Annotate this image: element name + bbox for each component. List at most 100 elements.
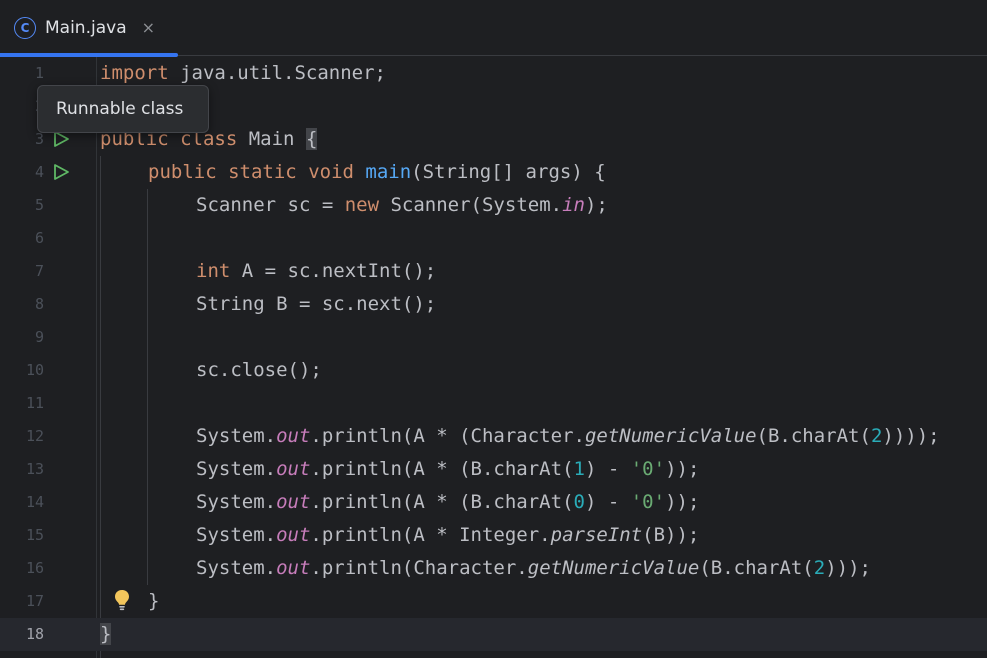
code-line[interactable]: 11 [0, 387, 987, 420]
code-token: sc.close(); [196, 359, 322, 381]
code-line-current[interactable]: 18 } [0, 618, 987, 651]
code-token: (B.charAt( [756, 425, 871, 447]
code-text: String B = sc.next(); [196, 288, 436, 321]
code-text: int A = sc.nextInt(); [196, 255, 436, 288]
code-line[interactable]: 8 String B = sc.next(); [0, 288, 987, 321]
line-number: 18 [25, 625, 44, 643]
line-number: 4 [34, 163, 44, 181]
editor-tab-bar: C Main.java × [0, 0, 987, 57]
code-editor[interactable]: 1 import java.util.Scanner; 2 3 public c… [0, 57, 987, 658]
code-token: .println(A * (Character. [310, 425, 585, 447]
close-icon[interactable]: × [142, 20, 155, 36]
code-token: )); [665, 458, 700, 480]
keyword: public [148, 161, 217, 183]
line-number: 15 [25, 526, 44, 544]
static-method: getNumericValue [527, 557, 700, 579]
line-number: 13 [25, 460, 44, 478]
code-text: System.out.println(A * (B.charAt(0) - '0… [196, 486, 699, 519]
code-token: System. [196, 557, 277, 579]
code-line[interactable]: 16 System.out.println(Character.getNumer… [0, 552, 987, 585]
code-token: ))); [825, 557, 871, 579]
ide-window: C Main.java × 1 import java.util.Scanner… [0, 0, 987, 658]
line-number: 7 [34, 262, 44, 280]
static-field: in [562, 194, 585, 216]
code-text: System.out.println(Character.getNumericV… [196, 552, 871, 585]
code-token: String B = sc.next(); [196, 293, 437, 315]
code-token: Scanner(System. [379, 194, 563, 216]
tab-label: Main.java [45, 18, 127, 38]
code-line[interactable]: 17 } [0, 585, 987, 618]
code-token: Main [237, 128, 306, 150]
line-number: 16 [25, 559, 44, 577]
static-field: out [276, 425, 311, 447]
code-token: .println(A * (B.charAt( [310, 491, 574, 513]
keyword: static [228, 161, 297, 183]
code-text: System.out.println(A * (Character.getNum… [196, 420, 940, 453]
code-token: System. [196, 425, 277, 447]
static-field: out [276, 458, 311, 480]
code-text: sc.close(); [196, 354, 322, 387]
keyword: import [100, 62, 169, 84]
code-line[interactable]: 6 [0, 222, 987, 255]
line-number: 5 [34, 196, 44, 214]
code-text: } [100, 618, 112, 651]
line-number: 9 [34, 328, 44, 346]
code-token: System. [196, 491, 277, 513]
code-line[interactable]: 14 System.out.println(A * (B.charAt(0) -… [0, 486, 987, 519]
line-number: 17 [25, 592, 44, 610]
number-literal: 2 [870, 425, 883, 447]
code-token: (B.charAt( [699, 557, 814, 579]
code-line[interactable]: 9 [0, 321, 987, 354]
code-token: System. [196, 524, 277, 546]
code-token: System. [196, 458, 277, 480]
code-line[interactable]: 5 Scanner sc = new Scanner(System.in); [0, 189, 987, 222]
code-text: public static void main(String[] args) { [148, 156, 606, 189]
code-text: Scanner sc = new Scanner(System.in); [196, 189, 608, 222]
tooltip-text: Runnable class [56, 99, 184, 119]
keyword: new [344, 194, 380, 216]
code-token: ) - [584, 491, 631, 513]
line-number: 1 [34, 64, 44, 82]
keyword: int [196, 260, 231, 282]
static-method: getNumericValue [584, 425, 757, 447]
code-text: System.out.println(A * (B.charAt(1) - '0… [196, 453, 699, 486]
code-token: java.util.Scanner; [168, 62, 386, 84]
code-line[interactable]: 4 public static void main(String[] args)… [0, 156, 987, 189]
code-line[interactable]: 12 System.out.println(A * (Character.get… [0, 420, 987, 453]
code-token: A = sc.nextInt(); [230, 260, 437, 282]
code-line[interactable]: 15 System.out.println(A * Integer.parseI… [0, 519, 987, 552]
run-icon[interactable] [52, 163, 70, 181]
line-number: 14 [25, 493, 44, 511]
code-line[interactable]: 13 System.out.println(A * (B.charAt(1) -… [0, 453, 987, 486]
code-token: } [148, 590, 160, 612]
static-field: out [276, 524, 311, 546]
number-literal: 2 [813, 557, 826, 579]
class-c-icon: C [14, 17, 36, 39]
char-literal: '0' [630, 458, 666, 480]
code-token: .println(A * (B.charAt( [310, 458, 574, 480]
line-number: 11 [25, 394, 44, 412]
matched-brace: } [100, 623, 112, 645]
static-field: out [276, 491, 311, 513]
code-line[interactable]: 7 int A = sc.nextInt(); [0, 255, 987, 288]
code-token: )))); [882, 425, 940, 447]
code-token: .println(Character. [310, 557, 528, 579]
code-token: Scanner sc = [196, 194, 345, 216]
code-token: .println(A * Integer. [310, 524, 551, 546]
char-literal: '0' [630, 491, 666, 513]
line-number: 10 [25, 361, 44, 379]
keyword: void [308, 161, 354, 183]
code-line[interactable]: 10 sc.close(); [0, 354, 987, 387]
static-field: out [276, 557, 311, 579]
line-number: 8 [34, 295, 44, 313]
code-token: (B)); [642, 524, 700, 546]
tab-main-java[interactable]: C Main.java × [0, 0, 178, 57]
code-token: ); [584, 194, 608, 216]
code-token: ) - [584, 458, 631, 480]
lightbulb-icon[interactable] [112, 588, 132, 612]
number-literal: 1 [573, 458, 585, 480]
code-token: (String[] args) { [411, 161, 606, 183]
